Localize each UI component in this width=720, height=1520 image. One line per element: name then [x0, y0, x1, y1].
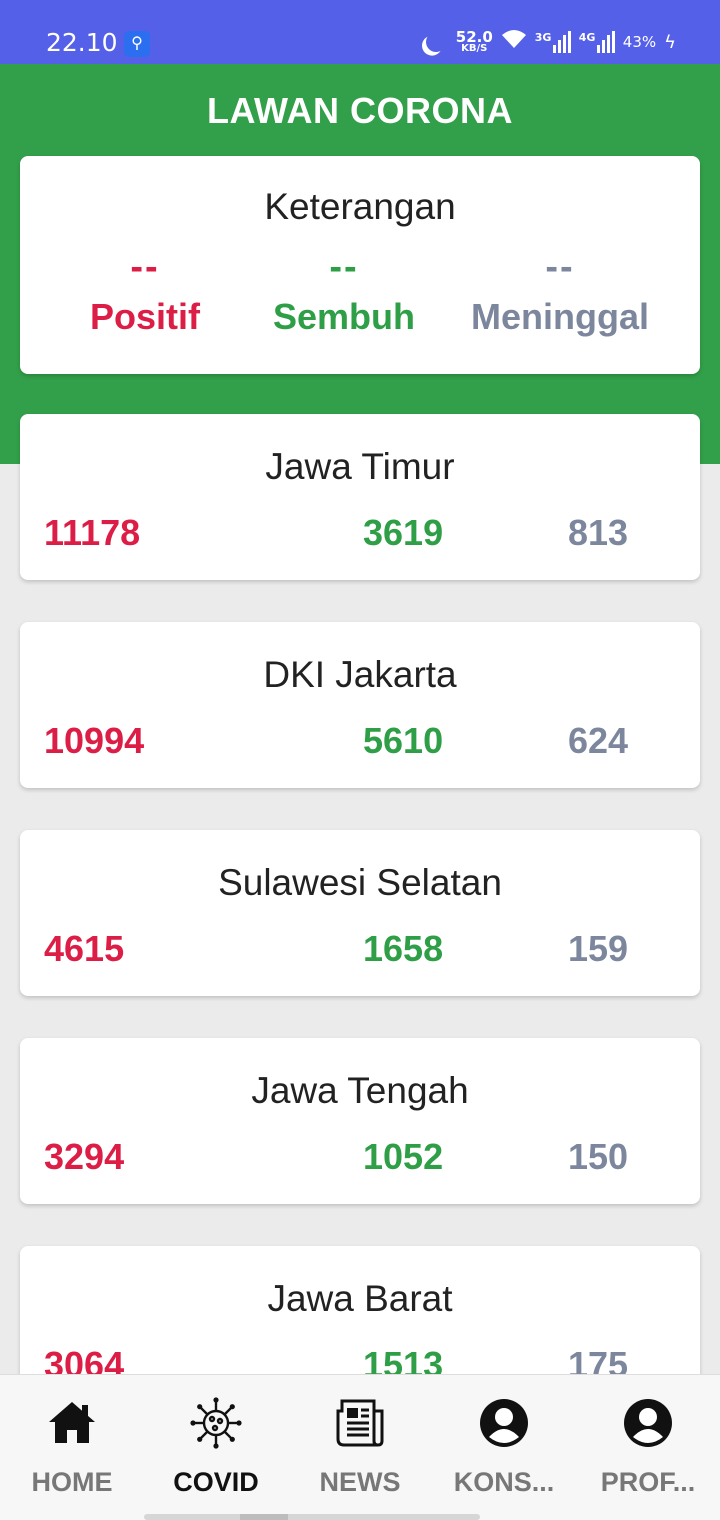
legend-title: Keterangan	[264, 186, 456, 227]
province-name: DKI Jakarta	[263, 654, 457, 695]
usb-debug-icon: ⚲	[124, 31, 150, 57]
province-name: Jawa Tengah	[251, 1070, 469, 1111]
province-card[interactable]: DKI Jakarta 10994 5610 624	[20, 622, 700, 788]
meninggal-count: 813	[568, 512, 629, 553]
home-icon	[49, 1402, 95, 1443]
status-icons: 52.0 KB/S 3G 4G 43% ϟ	[420, 28, 676, 56]
nav-konsultasi-label: NEWS	[319, 1467, 401, 1497]
nav-home[interactable]: HOME	[0, 1375, 144, 1520]
nav-covid-label: COVID	[173, 1467, 259, 1497]
account-circle-icon	[480, 1399, 528, 1447]
signal-4g-icon: 4G	[579, 31, 615, 53]
positif-count: 10994	[44, 720, 145, 761]
province-name: Jawa Barat	[267, 1278, 453, 1319]
meninggal-count: 624	[568, 720, 629, 761]
virus-icon	[190, 1397, 242, 1449]
legend-meninggal-value: --	[545, 246, 575, 288]
gesture-bar	[144, 1514, 480, 1520]
sembuh-count: 3619	[363, 512, 444, 553]
province-card[interactable]: Jawa Timur 11178 3619 813	[20, 414, 700, 580]
account-circle-icon	[624, 1399, 672, 1447]
positif-count: 11178	[44, 512, 141, 553]
meninggal-count: 159	[568, 928, 629, 969]
legend-positif-label: Positif	[89, 296, 200, 337]
bottom-navigation: HOME COVID NEWS KONS... PROF...	[0, 1374, 720, 1520]
nav-covid[interactable]: COVID	[144, 1375, 288, 1520]
legend-positif: -- Positif	[86, 248, 204, 338]
positif-count: 4615	[44, 928, 125, 969]
nav-news[interactable]: NEWS	[288, 1375, 432, 1520]
sembuh-count: 1658	[363, 928, 444, 969]
sembuh-count: 5610	[363, 720, 444, 761]
newspaper-icon	[336, 1399, 384, 1447]
legend-positif-value: --	[130, 246, 160, 288]
signal-3g-icon: 3G	[535, 31, 571, 53]
legend-sembuh-value: --	[329, 246, 359, 288]
wifi-icon	[501, 28, 527, 56]
positif-count: 3294	[44, 1136, 125, 1177]
nav-konsultasi[interactable]: KONS...	[432, 1375, 576, 1520]
nav-profil[interactable]: PROF...	[576, 1375, 720, 1520]
sembuh-count: 1052	[363, 1136, 444, 1177]
province-name: Sulawesi Selatan	[218, 862, 502, 903]
province-name: Jawa Timur	[265, 446, 455, 487]
battery-percent: 43%	[622, 33, 657, 51]
legend-sembuh-label: Sembuh	[272, 296, 415, 337]
legend-sembuh: -- Sembuh	[258, 248, 430, 338]
charging-icon: ϟ	[664, 31, 676, 53]
status-time: 22.10	[46, 28, 118, 57]
province-card[interactable]: Jawa Tengah 3294 1052 150	[20, 1038, 700, 1204]
nav-home-label: HOME	[31, 1467, 113, 1497]
app-title: LAWAN CORONA	[207, 90, 513, 131]
legend-card: Keterangan -- Positif -- Sembuh -- Menin…	[20, 156, 700, 374]
legend-meninggal-label: Meninggal	[471, 296, 649, 337]
legend-meninggal: -- Meninggal	[460, 248, 660, 338]
meninggal-count: 150	[568, 1136, 629, 1177]
province-card[interactable]: Sulawesi Selatan 4615 1658 159	[20, 830, 700, 996]
nav-konsultasi-text: KONS...	[453, 1467, 555, 1497]
network-speed: 52.0 KB/S	[455, 27, 493, 55]
nav-profil-label: PROF...	[600, 1467, 696, 1497]
do-not-disturb-icon	[423, 29, 449, 55]
status-bar: 22.10 ⚲ 52.0 KB/S 3G 4G 43% ϟ	[0, 0, 720, 64]
